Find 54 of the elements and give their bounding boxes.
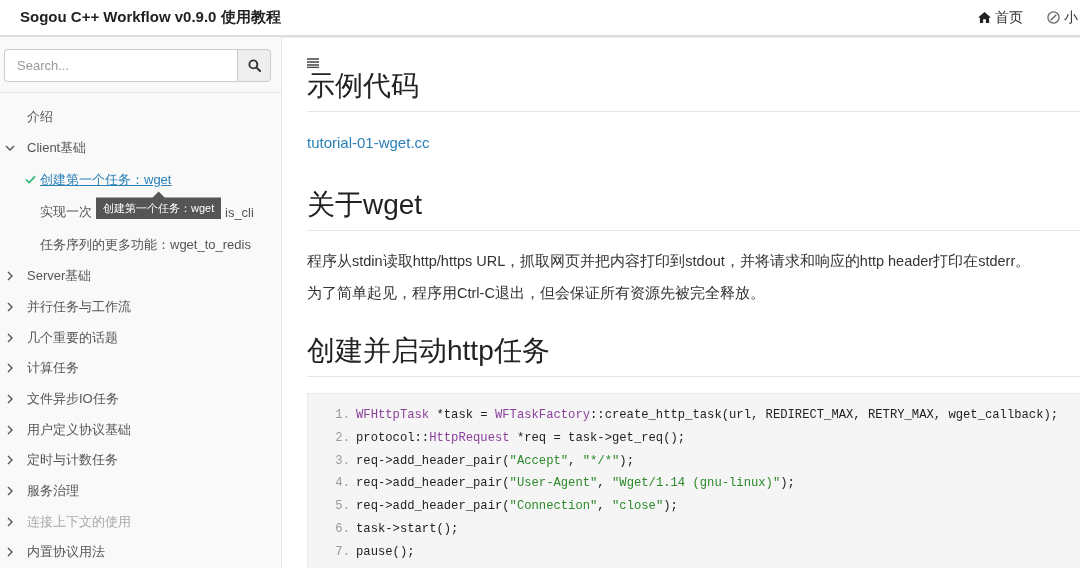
- chevron-right-icon[interactable]: [5, 455, 15, 466]
- check-icon: [25, 175, 36, 185]
- sidebar-item[interactable]: 任务序列的更多功能：wget_to_redis: [40, 235, 251, 254]
- sidebar-item[interactable]: 实现一次: [40, 203, 92, 222]
- paragraph: 为了简单起见，程序用Ctrl-C退出，但会保证所有资源先被完全释放。: [307, 284, 766, 303]
- code-line: protocol::HttpRequest *req = task->get_req();: [356, 429, 686, 447]
- line-number: 3.: [334, 452, 350, 470]
- chevron-right-icon[interactable]: [5, 332, 15, 343]
- search-field[interactable]: Search...: [4, 49, 237, 82]
- sidebar-item[interactable]: 服务治理: [27, 482, 79, 501]
- sidebar-item[interactable]: 并行任务与工作流: [27, 297, 131, 316]
- code-line: req->add_header_pair("Connection", "close");: [356, 498, 678, 516]
- sidebar-item[interactable]: 用户定义协议基础: [27, 420, 131, 439]
- line-number: 1.: [334, 407, 350, 424]
- home-icon: [978, 12, 991, 23]
- chevron-right-icon[interactable]: [5, 547, 15, 558]
- code-line: req->add_header_pair("User-Agent", "Wget/1.14 (gnu-linux)");: [356, 475, 795, 493]
- sidebar-item[interactable]: Server基础: [27, 267, 92, 286]
- section-heading: 示例代码: [307, 68, 1080, 112]
- sidebar-item[interactable]: 文件异步IO任务: [27, 389, 119, 408]
- section-heading: 关于wget: [307, 187, 1080, 231]
- sidebar-item[interactable]: 计算任务: [27, 359, 79, 378]
- menu-icon[interactable]: [307, 58, 319, 68]
- sidebar-item[interactable]: 几个重要的话题: [27, 328, 118, 347]
- line-number: 4.: [334, 475, 350, 493]
- file-link[interactable]: tutorial-01-wget.cc: [307, 134, 430, 151]
- sidebar-item[interactable]: 定时与计数任务: [27, 451, 118, 470]
- sidebar-item[interactable]: 内置协议用法: [27, 543, 105, 562]
- section-heading: 创建并启动http任务: [307, 333, 1080, 377]
- chevron-right-icon[interactable]: [5, 271, 15, 282]
- chevron-right-icon[interactable]: [5, 424, 15, 435]
- line-number: 7.: [334, 543, 350, 561]
- chevron-right-icon[interactable]: [5, 301, 15, 312]
- chevron-right-icon[interactable]: [5, 363, 15, 374]
- code-line: task->start();: [356, 521, 459, 538]
- sidebar-item[interactable]: 介绍: [27, 108, 53, 127]
- sidebar-item[interactable]: Client基础: [27, 139, 87, 158]
- line-number: 2.: [334, 429, 350, 447]
- sidebar-item[interactable]: 创建第一个任务：wget: [40, 170, 172, 189]
- search-icon: [247, 59, 261, 72]
- code-line: pause();: [356, 543, 415, 561]
- sidebar-item-text: is_cli: [225, 204, 254, 220]
- tooltip: 创建第一个任务：wget: [96, 191, 222, 220]
- code-line: WFHttpTask *task = WFTaskFactory::create_http_task(url, REDIRECT_MAX, RETRY_MAX, wget_callback);: [356, 407, 1059, 424]
- chevron-right-icon[interactable]: [5, 393, 15, 404]
- line-number: 6.: [334, 521, 350, 538]
- search-button[interactable]: [237, 49, 271, 82]
- site-title: Sogou C++ Workflow v0.9.0 使用教程: [20, 8, 281, 27]
- paragraph: 程序从stdin读取http/https URL，抓取网页并把内容打印到stdout，并将请求和响应的http header打印在stderr。: [307, 252, 1032, 271]
- chevron-right-icon[interactable]: [5, 486, 15, 497]
- line-number: 5.: [334, 498, 350, 516]
- code-line: req->add_header_pair("Accept", "*/*");: [356, 452, 634, 470]
- nav-link[interactable]: 首页: [978, 8, 1023, 27]
- nav-link[interactable]: 小: [1047, 8, 1078, 27]
